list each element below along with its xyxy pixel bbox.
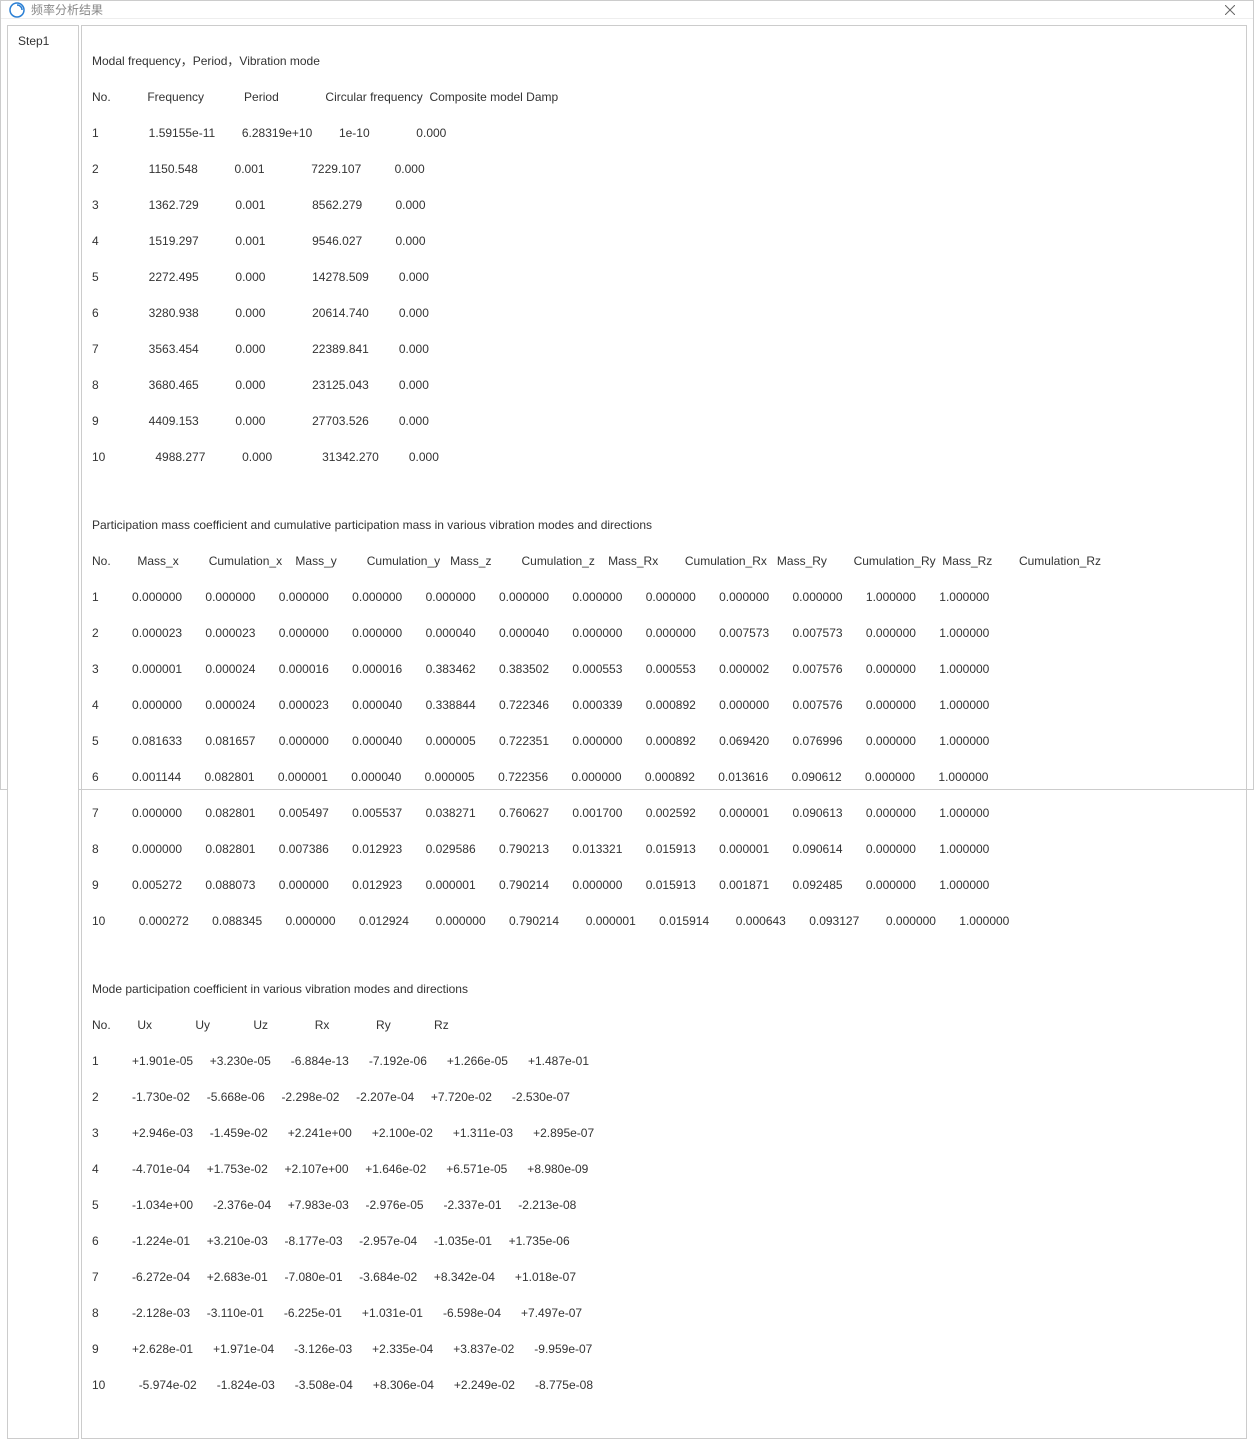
table-row: 3 +2.946e-03 -1.459e-02 +2.241e+00 +2.10…	[92, 1124, 1236, 1142]
table-row: 9 4409.153 0.000 27703.526 0.000	[92, 412, 1236, 430]
table-row: 10 4988.277 0.000 31342.270 0.000	[92, 448, 1236, 466]
table-row: 1 0.000000 0.000000 0.000000 0.000000 0.…	[92, 588, 1236, 606]
close-button[interactable]	[1215, 1, 1245, 18]
app-icon	[9, 2, 25, 18]
table-row: 8 -2.128e-03 -3.110e-01 -6.225e-01 +1.03…	[92, 1304, 1236, 1322]
table-row: 6 0.001144 0.082801 0.000001 0.000040 0.…	[92, 768, 1236, 786]
table-row: 10 -5.974e-02 -1.824e-03 -3.508e-04 +8.3…	[92, 1376, 1236, 1394]
table-row: 2 1150.548 0.001 7229.107 0.000	[92, 160, 1236, 178]
blank-line	[92, 484, 1236, 498]
table-row: 7 -6.272e-04 +2.683e-01 -7.080e-01 -3.68…	[92, 1268, 1236, 1286]
close-icon	[1225, 5, 1235, 15]
modal-header: No. Frequency Period Circular frequency …	[92, 88, 1236, 106]
table-row: 5 2272.495 0.000 14278.509 0.000	[92, 268, 1236, 286]
table-row: 9 +2.628e-01 +1.971e-04 -3.126e-03 +2.33…	[92, 1340, 1236, 1358]
modepart-title: Mode participation coefficient in variou…	[92, 980, 1236, 998]
window-title: 频率分析结果	[31, 1, 103, 18]
table-row: 1 1.59155e-11 6.28319e+10 1e-10 0.000	[92, 124, 1236, 142]
table-row: 3 1362.729 0.001 8562.279 0.000	[92, 196, 1236, 214]
sidebar-tabs: Step1	[7, 25, 79, 1439]
modal-title: Modal frequency，Period，Vibration mode	[92, 52, 1236, 70]
participation-header: No. Mass_x Cumulation_x Mass_y Cumulatio…	[92, 552, 1236, 570]
table-row: 4 -4.701e-04 +1.753e-02 +2.107e+00 +1.64…	[92, 1160, 1236, 1178]
table-row: 4 0.000000 0.000024 0.000023 0.000040 0.…	[92, 696, 1236, 714]
table-row: 6 3280.938 0.000 20614.740 0.000	[92, 304, 1236, 322]
table-row: 5 -1.034e+00 -2.376e-04 +7.983e-03 -2.97…	[92, 1196, 1236, 1214]
table-row: 2 -1.730e-02 -5.668e-06 -2.298e-02 -2.20…	[92, 1088, 1236, 1106]
table-row: 5 0.081633 0.081657 0.000000 0.000040 0.…	[92, 732, 1236, 750]
table-row: 8 0.000000 0.082801 0.007386 0.012923 0.…	[92, 840, 1236, 858]
blank-line	[92, 948, 1236, 962]
table-row: 8 3680.465 0.000 23125.043 0.000	[92, 376, 1236, 394]
table-row: 4 1519.297 0.001 9546.027 0.000	[92, 232, 1236, 250]
table-row: 2 0.000023 0.000023 0.000000 0.000000 0.…	[92, 624, 1236, 642]
titlebar: 频率分析结果	[1, 1, 1253, 19]
table-row: 6 -1.224e-01 +3.210e-03 -8.177e-03 -2.95…	[92, 1232, 1236, 1250]
content-area: Modal frequency，Period，Vibration mode No…	[81, 25, 1247, 1439]
table-row: 1 +1.901e-05 +3.230e-05 -6.884e-13 -7.19…	[92, 1052, 1236, 1070]
table-row: 7 0.000000 0.082801 0.005497 0.005537 0.…	[92, 804, 1236, 822]
table-row: 9 0.005272 0.088073 0.000000 0.012923 0.…	[92, 876, 1236, 894]
table-row: 7 3563.454 0.000 22389.841 0.000	[92, 340, 1236, 358]
table-row: 10 0.000272 0.088345 0.000000 0.012924 0…	[92, 912, 1236, 930]
tab-step1[interactable]: Step1	[8, 26, 78, 56]
participation-title: Participation mass coefficient and cumul…	[92, 516, 1236, 534]
table-row: 3 0.000001 0.000024 0.000016 0.000016 0.…	[92, 660, 1236, 678]
modepart-header: No. Ux Uy Uz Rx Ry Rz	[92, 1016, 1236, 1034]
body: Step1 Modal frequency，Period，Vibration m…	[1, 19, 1253, 1445]
app-window: 频率分析结果 Step1 Modal frequency，Period，Vibr…	[0, 0, 1254, 790]
